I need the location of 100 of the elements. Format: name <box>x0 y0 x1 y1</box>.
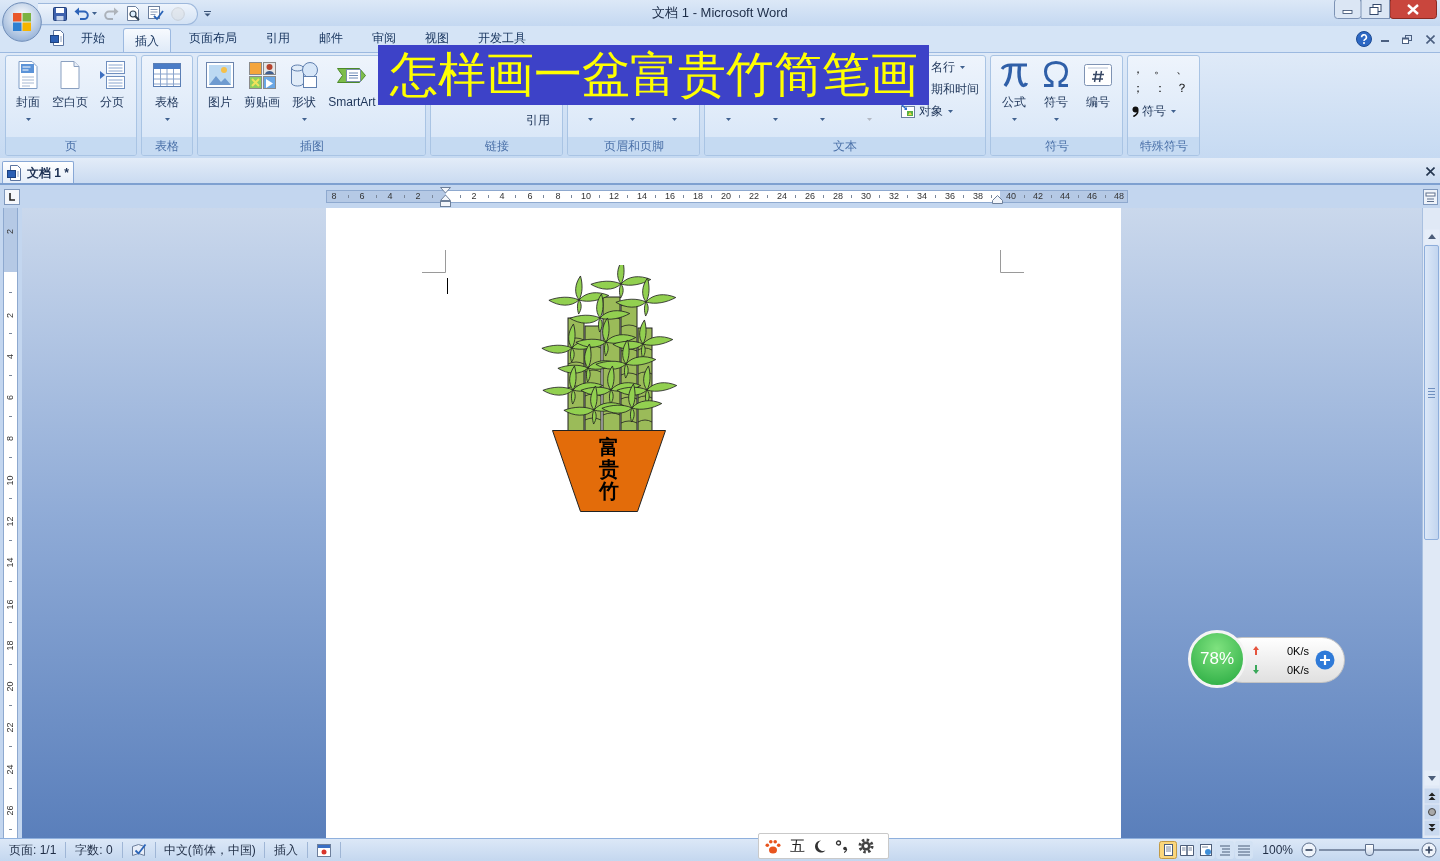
zoom-slider[interactable] <box>1319 842 1419 858</box>
ribbon-tab[interactable]: 插入 <box>123 28 171 52</box>
symbol-button[interactable]: ， <box>1132 60 1154 79</box>
ruler-number: 6 <box>358 191 366 202</box>
ruler-number: 22 <box>748 191 760 202</box>
symbol-button[interactable]: 。 <box>1154 60 1176 79</box>
word-count[interactable]: 字数: 0 <box>66 841 122 859</box>
minimize-icon[interactable] <box>1334 0 1361 19</box>
paw-icon[interactable] <box>765 838 781 854</box>
right-indent-marker-icon[interactable] <box>992 195 1003 204</box>
symbol-button[interactable]: 、 <box>1176 60 1198 79</box>
undo-icon[interactable] <box>74 6 89 21</box>
ribbon-tab[interactable]: 开发工具 <box>467 31 537 45</box>
ribbon-button[interactable]: 符号 <box>1132 102 1176 120</box>
ruler-number: 2 <box>6 228 15 234</box>
macro-recording-icon[interactable] <box>315 842 332 858</box>
office-button-icon[interactable] <box>2 2 42 42</box>
ribbon-button[interactable]: 期和时间 <box>931 80 979 98</box>
ruler-number: 8 <box>554 191 562 202</box>
zoom-level-button[interactable]: 100% <box>1262 841 1293 859</box>
input-mode-button[interactable]: 五 <box>790 837 805 855</box>
ribbon-button[interactable]: 剪贴画 <box>241 56 283 137</box>
close-icon[interactable] <box>1426 34 1435 44</box>
ruler-number: 20 <box>6 681 15 692</box>
language-indicator[interactable]: 中文(简体，中国) <box>155 841 264 859</box>
ribbon-button[interactable]: 符号 <box>1035 56 1077 137</box>
print-layout-view-icon[interactable] <box>1159 841 1178 859</box>
group-label: 插图 <box>198 137 425 155</box>
close-icon[interactable] <box>1426 167 1435 176</box>
ribbon-tab[interactable]: 邮件 <box>308 31 354 45</box>
zoom-in-icon[interactable] <box>1421 842 1437 858</box>
symbol-button[interactable]: ？ <box>1176 79 1198 98</box>
ribbon-button[interactable]: 形状 <box>283 56 325 137</box>
window-title: 文档 1 - Microsoft Word <box>652 4 788 23</box>
zoom-out-icon[interactable] <box>1301 842 1317 858</box>
caret-icon[interactable] <box>92 12 97 15</box>
settings-icon[interactable] <box>858 838 874 854</box>
print-preview-icon[interactable] <box>126 6 141 21</box>
ribbon-button[interactable]: 封面 <box>7 56 49 137</box>
spelling-check-icon[interactable] <box>130 843 147 857</box>
reading-view-icon[interactable] <box>1178 841 1197 859</box>
ruler-number: 40 <box>1005 191 1017 202</box>
caret-icon[interactable] <box>820 118 825 121</box>
ribbon-button[interactable]: 编号 <box>1077 56 1119 137</box>
customize-toolbar-icon[interactable] <box>204 10 211 17</box>
ruler-number: 26 <box>804 191 816 202</box>
ribbon-button[interactable]: 空白页 <box>49 56 91 137</box>
shapes-icon <box>288 59 320 91</box>
save-icon[interactable] <box>53 6 67 21</box>
document-icon[interactable] <box>50 30 66 46</box>
ruler-number: 46 <box>1086 191 1098 202</box>
ruler-number: 18 <box>6 640 15 651</box>
ruler-number: 22 <box>6 722 15 733</box>
ruler-number: 24 <box>776 191 788 202</box>
ribbon-tab[interactable]: 引用 <box>255 31 301 45</box>
group-label: 文本 <box>705 137 985 155</box>
ribbon-button[interactable]: 图片 <box>199 56 241 137</box>
caret-icon[interactable] <box>671 118 677 121</box>
next-page-icon[interactable] <box>1423 820 1440 836</box>
ribbon-button[interactable]: 表格 <box>146 56 188 137</box>
restore-icon[interactable] <box>1361 0 1390 19</box>
view-ruler-icon[interactable] <box>1423 188 1438 205</box>
help-icon[interactable] <box>1356 31 1372 47</box>
scrollbar-thumb[interactable] <box>1424 245 1439 540</box>
ribbon-button[interactable]: 分页 <box>91 56 133 137</box>
page-indicator[interactable]: 页面: 1/1 <box>0 841 66 859</box>
ribbon-tab[interactable]: 视图 <box>414 31 460 45</box>
ruler-number: 6 <box>526 191 534 202</box>
ruler-number: 34 <box>916 191 928 202</box>
moon-icon[interactable] <box>814 839 826 853</box>
ribbon-tab[interactable]: 审阅 <box>361 31 407 45</box>
previous-page-icon[interactable] <box>1423 788 1440 804</box>
ribbon-button[interactable]: SmartArt <box>325 56 379 137</box>
web-layout-view-icon[interactable] <box>1197 841 1216 859</box>
restore-icon[interactable] <box>1402 34 1412 44</box>
indent-marker-icon[interactable] <box>440 187 451 207</box>
ruler-number: 18 <box>692 191 704 202</box>
insert-mode-indicator[interactable]: 插入 <box>264 841 307 859</box>
tab-selector-icon[interactable] <box>4 188 20 205</box>
caret-icon[interactable] <box>629 118 635 121</box>
caret-icon[interactable] <box>773 118 778 121</box>
title-banner: 怎样画一盆富贵竹简笔画 <box>378 45 929 105</box>
plus-icon[interactable] <box>1315 650 1335 670</box>
symbol-button[interactable]: ： <box>1154 79 1176 98</box>
group-label: 特殊符号 <box>1128 137 1199 155</box>
ribbon-button[interactable]: 引用 <box>526 113 550 127</box>
zoom-slider-thumb[interactable] <box>1365 844 1374 856</box>
spelling-check-icon[interactable] <box>148 6 164 21</box>
ribbon-button[interactable]: 公式 <box>993 56 1035 137</box>
document-tab[interactable]: 文档 1 * <box>2 161 74 183</box>
browse-object-icon[interactable] <box>1423 804 1440 820</box>
ribbon-button[interactable]: 名行 <box>931 58 965 76</box>
ribbon-tab[interactable]: 开始 <box>70 31 116 45</box>
ribbon-tab[interactable]: 页面布局 <box>178 31 248 45</box>
caret-icon[interactable] <box>726 118 731 121</box>
corner-mark-icon <box>1000 250 1024 273</box>
caret-icon[interactable] <box>587 118 593 121</box>
symbol-button[interactable]: ； <box>1132 79 1154 98</box>
punctuation-icon[interactable] <box>835 839 849 853</box>
close-icon[interactable] <box>1390 0 1437 19</box>
